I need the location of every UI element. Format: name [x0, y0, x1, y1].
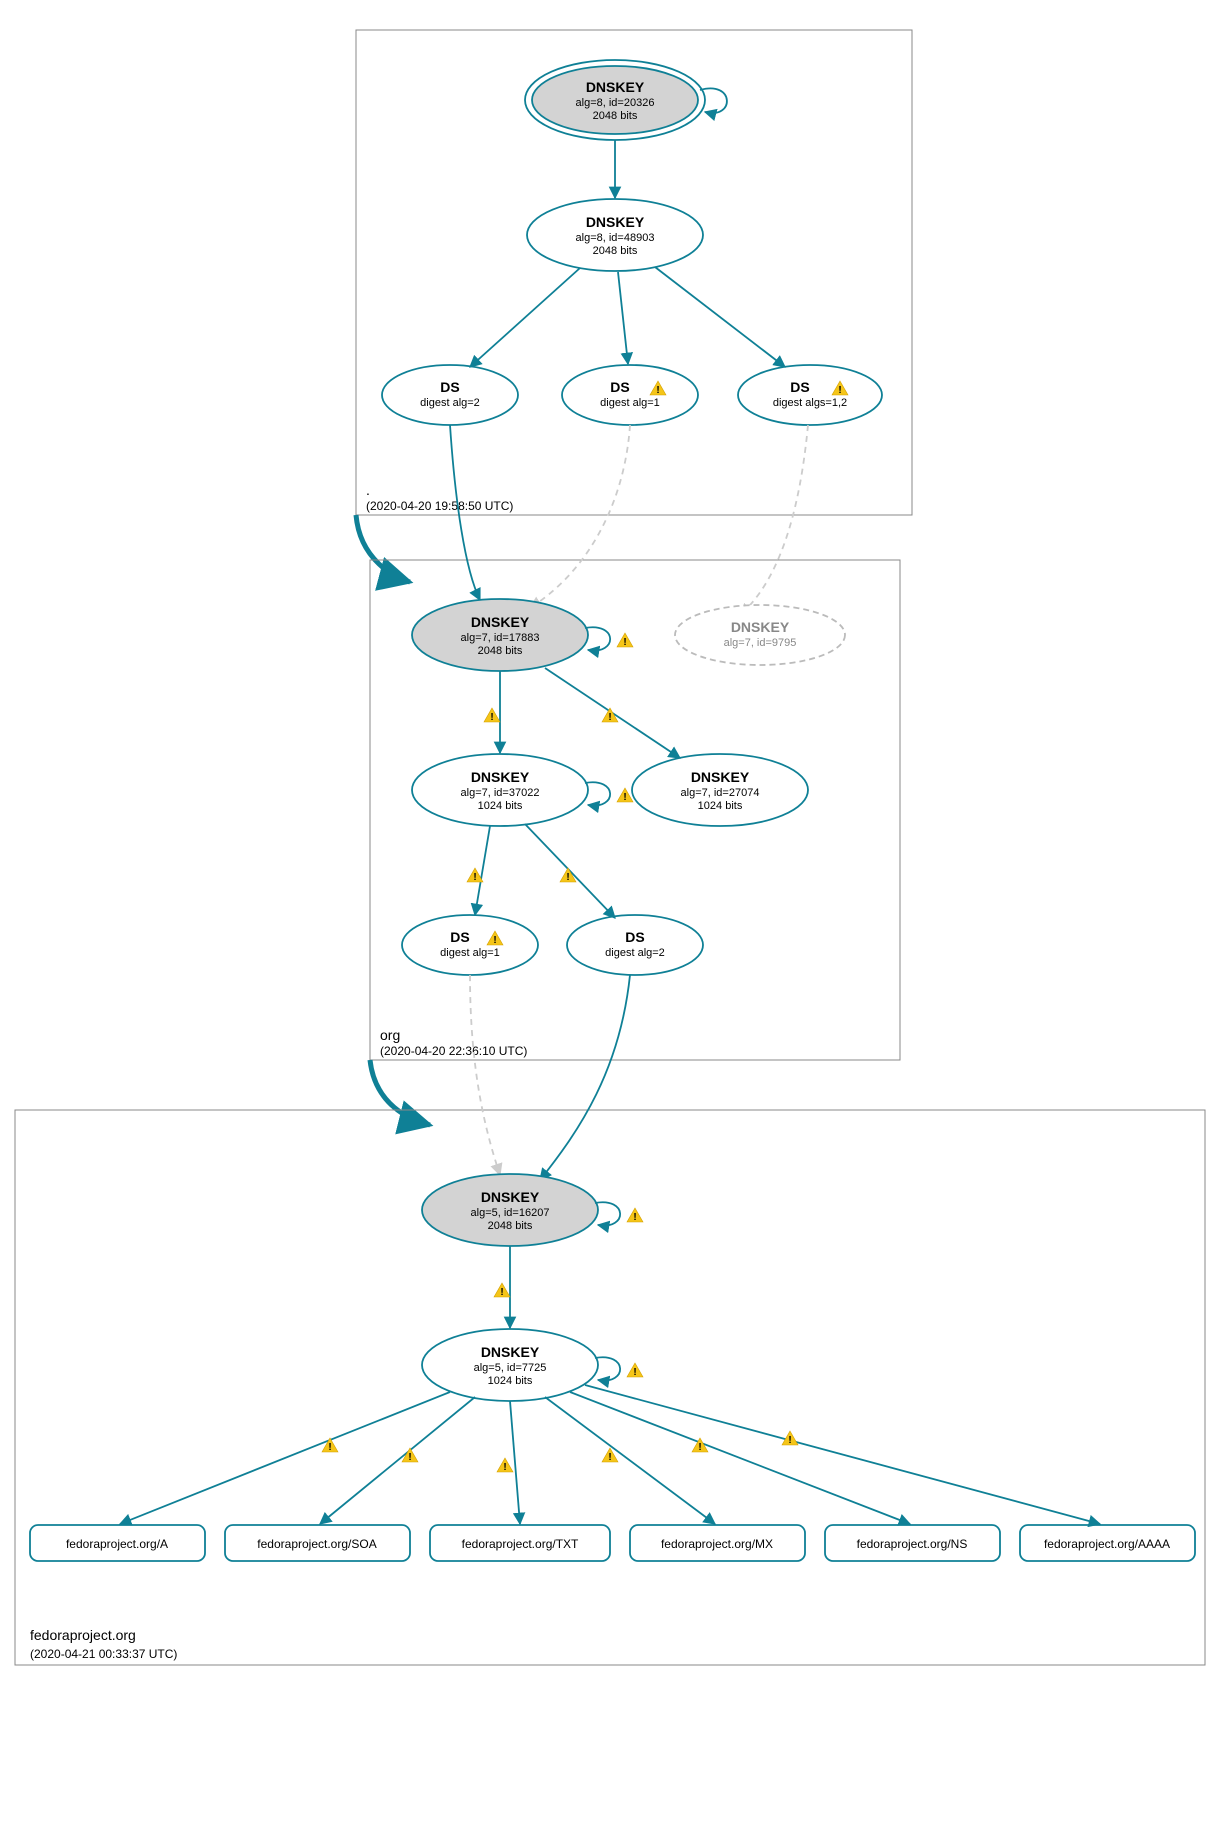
- svg-text:1024 bits: 1024 bits: [698, 800, 743, 812]
- edge: [655, 267, 785, 367]
- node-root-ds2[interactable]: DS digest alg=1: [562, 365, 698, 425]
- node-root-ksk[interactable]: DNSKEY alg=8, id=20326 2048 bits: [525, 60, 705, 140]
- svg-text:alg=7, id=9795: alg=7, id=9795: [724, 637, 797, 649]
- rr-a[interactable]: fedoraproject.org/A: [30, 1525, 205, 1561]
- zone-link-root-org: [356, 515, 410, 582]
- zone-org-name: org: [380, 1027, 400, 1043]
- svg-text:DNSKEY: DNSKEY: [586, 79, 645, 95]
- svg-text:2048 bits: 2048 bits: [593, 245, 638, 257]
- zone-root-time: (2020-04-20 19:58:50 UTC): [366, 499, 513, 513]
- svg-text:DNSKEY: DNSKEY: [481, 1344, 540, 1360]
- svg-text:2048 bits: 2048 bits: [488, 1220, 533, 1232]
- zone-org-time: (2020-04-20 22:36:10 UTC): [380, 1044, 527, 1058]
- svg-text:DNSKEY: DNSKEY: [471, 614, 530, 630]
- self-loop: [585, 782, 610, 805]
- warning-icon: [484, 708, 500, 723]
- rr-ns[interactable]: fedoraproject.org/NS: [825, 1525, 1000, 1561]
- warning-icon: [617, 788, 633, 803]
- zone-root-name: .: [366, 482, 370, 498]
- svg-text:fedoraproject.org/MX: fedoraproject.org/MX: [661, 1537, 773, 1551]
- svg-text:DS: DS: [610, 379, 629, 395]
- warning-icon: [627, 1208, 643, 1223]
- svg-text:alg=8, id=48903: alg=8, id=48903: [576, 232, 655, 244]
- warning-icon: [322, 1438, 338, 1453]
- svg-text:fedoraproject.org/NS: fedoraproject.org/NS: [857, 1537, 968, 1551]
- node-org-zsk1[interactable]: DNSKEY alg=7, id=37022 1024 bits: [412, 754, 588, 826]
- edge-dashed: [530, 425, 630, 608]
- svg-text:alg=7, id=17883: alg=7, id=17883: [461, 632, 540, 644]
- edge: [540, 975, 630, 1180]
- zone-fedora-box: [15, 1110, 1205, 1665]
- svg-text:DNSKEY: DNSKEY: [586, 214, 645, 230]
- node-fed-zsk[interactable]: DNSKEY alg=5, id=7725 1024 bits: [422, 1329, 598, 1401]
- warning-icon: [497, 1458, 513, 1473]
- svg-text:DNSKEY: DNSKEY: [481, 1189, 540, 1205]
- node-org-ds1[interactable]: DS digest alg=1: [402, 915, 538, 975]
- node-root-ds3[interactable]: DS digest algs=1,2: [738, 365, 882, 425]
- svg-text:digest alg=1: digest alg=1: [600, 397, 660, 409]
- svg-text:2048 bits: 2048 bits: [593, 110, 638, 122]
- svg-text:digest alg=2: digest alg=2: [605, 947, 665, 959]
- svg-text:fedoraproject.org/SOA: fedoraproject.org/SOA: [257, 1537, 376, 1551]
- self-loop: [585, 627, 610, 650]
- warning-icon: [627, 1363, 643, 1378]
- node-org-dashed[interactable]: DNSKEY alg=7, id=9795: [675, 605, 845, 665]
- rr-mx[interactable]: fedoraproject.org/MX: [630, 1525, 805, 1561]
- svg-text:digest algs=1,2: digest algs=1,2: [773, 397, 847, 409]
- edge-dashed: [470, 975, 500, 1175]
- rr-aaaa[interactable]: fedoraproject.org/AAAA: [1020, 1525, 1195, 1561]
- svg-text:2048 bits: 2048 bits: [478, 645, 523, 657]
- zone-fedora-name: fedoraproject.org: [30, 1627, 136, 1643]
- zone-fedora-time: (2020-04-21 00:33:37 UTC): [30, 1647, 177, 1661]
- node-fed-ksk[interactable]: DNSKEY alg=5, id=16207 2048 bits: [422, 1174, 598, 1246]
- warning-icon: [494, 1283, 510, 1298]
- edge: [470, 268, 580, 367]
- svg-text:alg=5, id=16207: alg=5, id=16207: [471, 1207, 550, 1219]
- rr-txt[interactable]: fedoraproject.org/TXT: [430, 1525, 610, 1561]
- svg-text:DS: DS: [790, 379, 809, 395]
- svg-text:alg=7, id=37022: alg=7, id=37022: [461, 787, 540, 799]
- svg-text:digest alg=2: digest alg=2: [420, 397, 480, 409]
- edge-dashed: [740, 425, 808, 615]
- self-loop: [595, 1357, 620, 1380]
- node-root-zsk[interactable]: DNSKEY alg=8, id=48903 2048 bits: [527, 199, 703, 271]
- dnssec-graph: ! . (2020-04-20 19:58:50 UTC) DNSKEY alg…: [0, 0, 1221, 1824]
- svg-text:DS: DS: [440, 379, 459, 395]
- node-org-ksk[interactable]: DNSKEY alg=7, id=17883 2048 bits: [412, 599, 588, 671]
- edge: [618, 272, 628, 364]
- zone-link-org-fedora: [370, 1060, 430, 1125]
- svg-text:fedoraproject.org/TXT: fedoraproject.org/TXT: [462, 1537, 579, 1551]
- svg-text:digest alg=1: digest alg=1: [440, 947, 500, 959]
- svg-text:alg=7, id=27074: alg=7, id=27074: [681, 787, 760, 799]
- warning-icon: [617, 633, 633, 648]
- svg-text:fedoraproject.org/AAAA: fedoraproject.org/AAAA: [1044, 1537, 1170, 1551]
- rr-soa[interactable]: fedoraproject.org/SOA: [225, 1525, 410, 1561]
- node-root-ds1[interactable]: DS digest alg=2: [382, 365, 518, 425]
- svg-text:1024 bits: 1024 bits: [488, 1375, 533, 1387]
- node-org-zsk2[interactable]: DNSKEY alg=7, id=27074 1024 bits: [632, 754, 808, 826]
- svg-text:alg=5, id=7725: alg=5, id=7725: [474, 1362, 547, 1374]
- svg-text:DNSKEY: DNSKEY: [691, 769, 750, 785]
- self-loop: [595, 1202, 620, 1225]
- warning-icon: [467, 868, 483, 883]
- node-org-ds2[interactable]: DS digest alg=2: [567, 915, 703, 975]
- svg-text:DNSKEY: DNSKEY: [731, 619, 790, 635]
- edge: [475, 826, 490, 915]
- svg-text:DNSKEY: DNSKEY: [471, 769, 530, 785]
- svg-text:DS: DS: [450, 929, 469, 945]
- svg-text:alg=8, id=20326: alg=8, id=20326: [576, 97, 655, 109]
- svg-text:DS: DS: [625, 929, 644, 945]
- svg-text:1024 bits: 1024 bits: [478, 800, 523, 812]
- svg-text:fedoraproject.org/A: fedoraproject.org/A: [66, 1537, 168, 1551]
